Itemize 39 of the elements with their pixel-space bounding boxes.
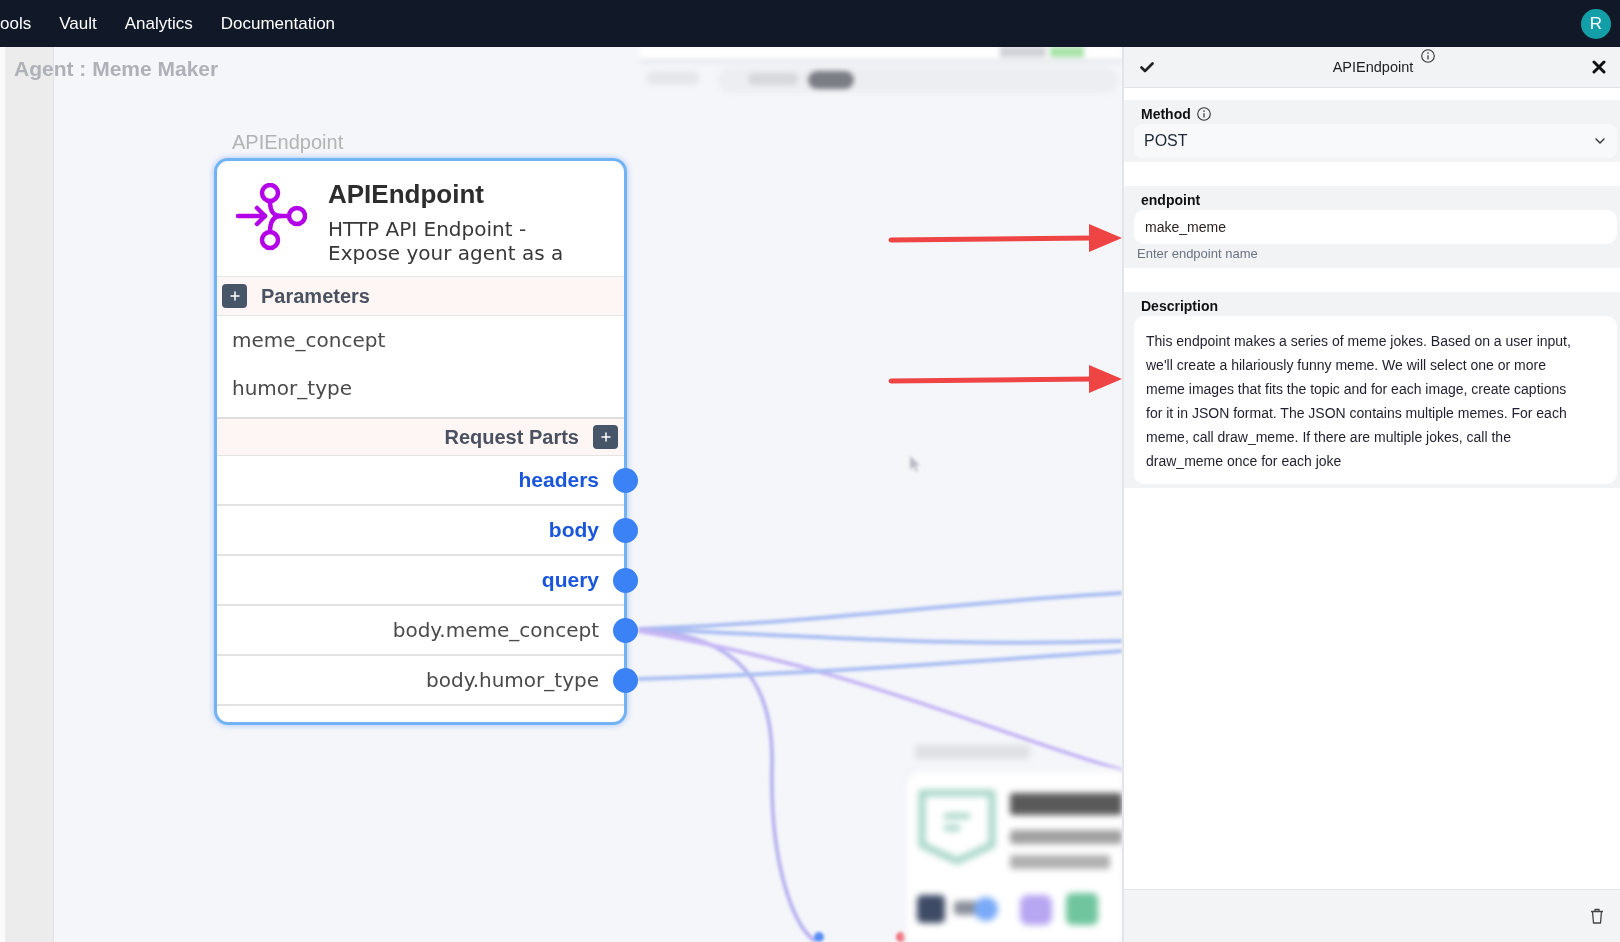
chevron-down-icon — [1595, 138, 1605, 144]
node-card[interactable]: APIEndpoint HTTP API Endpoint - Expose your agent as a Parameters meme_concept humor_type Request Parts headers body query body.meme_concept body.humor_type — [214, 158, 627, 725]
request-part-label: body — [548, 518, 599, 542]
close-icon[interactable] — [1592, 60, 1606, 74]
request-part-label: body.humor_type — [426, 668, 599, 692]
add-parameter-button[interactable] — [222, 284, 247, 308]
panel-title: APIEndpoint — [1332, 58, 1414, 77]
request-part-label: query — [541, 568, 599, 592]
endpoint-input[interactable]: make_meme — [1134, 210, 1617, 244]
agent-title: Agent : Meme Maker — [14, 57, 219, 81]
node-label: APIEndpoint — [232, 130, 344, 154]
section-title: Request Parts — [444, 425, 579, 449]
parameter-name: humor_type — [232, 376, 352, 400]
info-icon[interactable] — [1421, 49, 1436, 63]
description-textarea[interactable]: This endpoint makes a series of meme jokes. Based on a user input, we'll create a hilariously funny meme. We will select one or more meme images that fits the topic and for each image, create captions for it in JSON format. The JSON contains multiple memes. For each meme, call draw_meme. If there are multiple jokes, call the draw_meme once for each joke — [1134, 316, 1617, 484]
nav-link[interactable]: Vault — [45, 11, 111, 36]
webhook-icon — [235, 183, 307, 251]
trash-icon[interactable] — [1590, 908, 1604, 924]
parameter-name: meme_concept — [232, 328, 386, 352]
field-label: Method — [1141, 106, 1191, 122]
field-label: Description — [1141, 298, 1218, 314]
info-icon[interactable] — [1196, 107, 1211, 121]
nav-link[interactable]: Analytics — [110, 11, 207, 36]
request-part-label: body.meme_concept — [392, 618, 599, 642]
blurred-dot-icon — [814, 932, 824, 942]
field-label: endpoint — [1141, 192, 1201, 208]
request-part-label: headers — [518, 468, 599, 492]
add-request-part-button[interactable] — [593, 425, 618, 449]
node-description: HTTP API Endpoint - Expose your agent as a — [328, 217, 564, 265]
plus-icon — [600, 432, 611, 442]
nav-link[interactable]: ools — [0, 11, 46, 36]
helper-text: Enter endpoint name — [1136, 245, 1258, 263]
plus-icon — [229, 291, 240, 301]
check-icon[interactable] — [1140, 61, 1154, 73]
node-title: APIEndpoint — [328, 179, 484, 209]
nav-link[interactable]: Documentation — [206, 11, 350, 36]
cursor-icon — [909, 455, 921, 473]
section-title: Parameters — [261, 284, 370, 308]
method-select[interactable]: POST — [1134, 124, 1617, 158]
